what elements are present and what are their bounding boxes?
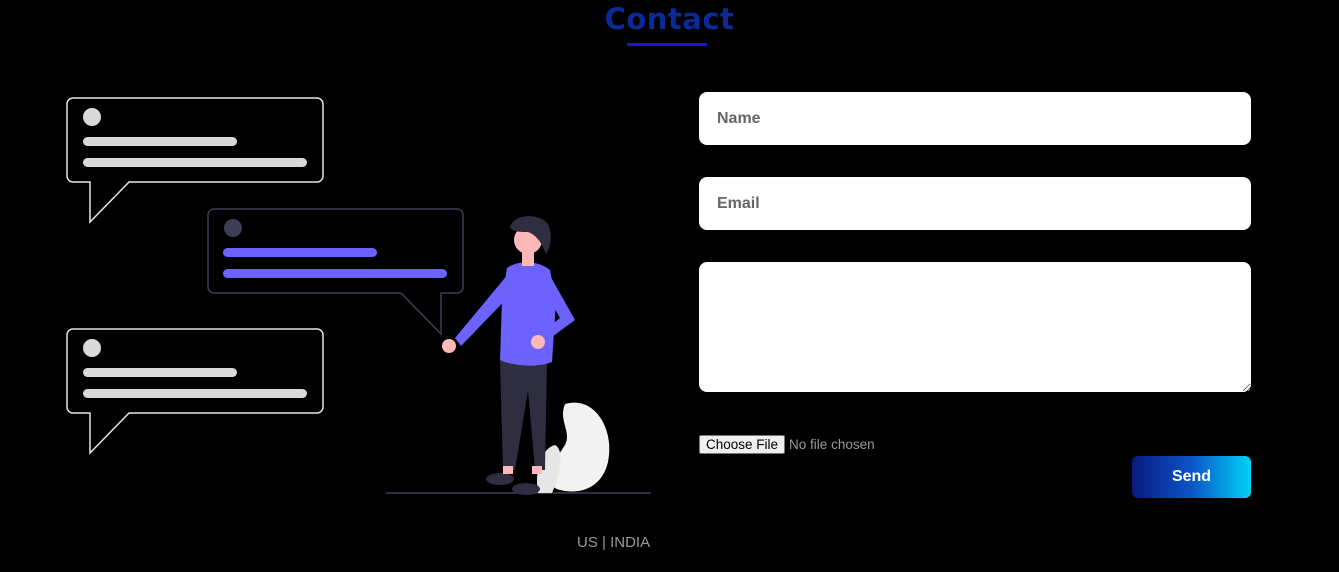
- contact-illustration: [66, 97, 651, 495]
- plant: [536, 402, 610, 493]
- send-button[interactable]: Send: [1132, 456, 1251, 498]
- email-input[interactable]: [699, 177, 1251, 230]
- file-status-text: No file chosen: [789, 437, 875, 452]
- footer-locations: US | INDIA: [577, 534, 651, 551]
- name-input[interactable]: [699, 92, 1251, 145]
- chat-bubble-top: [66, 97, 324, 224]
- title-underline: [627, 43, 707, 46]
- file-upload: Choose File No file chosen: [699, 435, 875, 454]
- page-title: Contact: [604, 2, 735, 36]
- chat-bubble-middle: [207, 208, 464, 336]
- message-textarea[interactable]: [699, 262, 1251, 392]
- choose-file-button[interactable]: Choose File: [699, 435, 786, 454]
- chat-bubble-bottom: [66, 328, 324, 455]
